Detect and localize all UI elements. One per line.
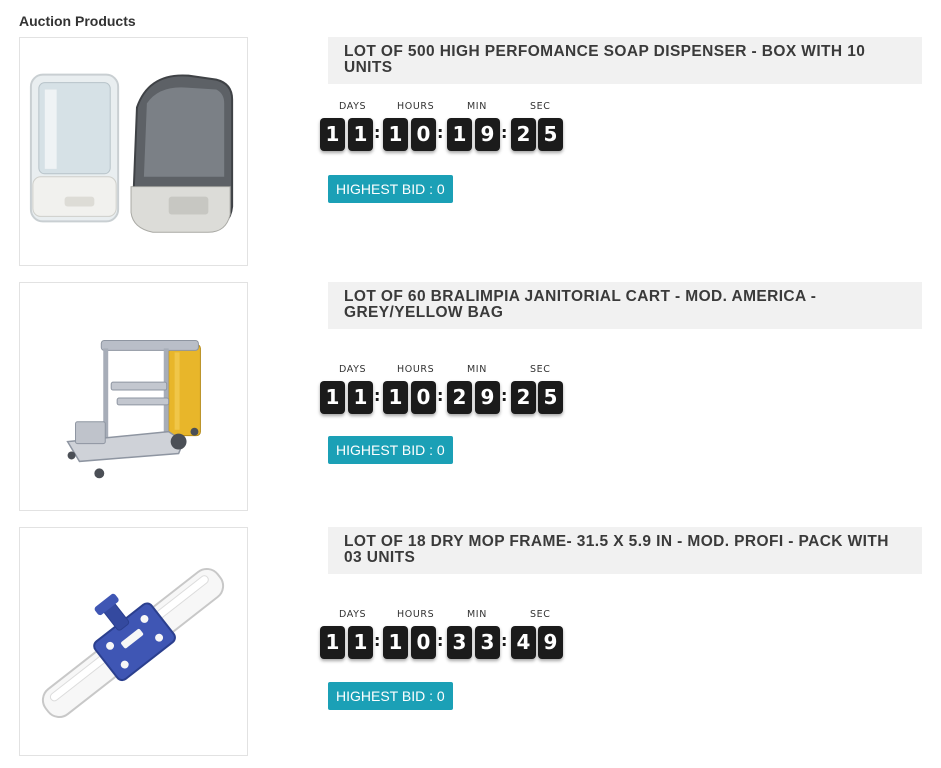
days-digit: 1 <box>348 381 373 414</box>
min-label: MIN <box>467 101 487 112</box>
days-digit: 1 <box>320 118 345 151</box>
sec-digit: 9 <box>538 626 563 659</box>
soap-dispenser-image[interactable] <box>19 37 248 266</box>
days-label: DAYS <box>339 364 367 375</box>
section-title: Auction Products <box>19 13 136 29</box>
janitorial-cart-image[interactable] <box>19 282 248 511</box>
product-title[interactable]: LOT OF 500 HIGH PERFOMANCE SOAP DISPENSE… <box>344 44 906 76</box>
hours-label: HOURS <box>397 101 435 112</box>
hours-label: HOURS <box>397 609 435 620</box>
hours-label: HOURS <box>397 364 435 375</box>
separator: : <box>501 123 508 142</box>
min-digit: 9 <box>475 118 500 151</box>
product-title-box: LOT OF 60 BRALIMPIA JANITORIAL CART - MO… <box>328 282 922 329</box>
sec-digit: 5 <box>538 118 563 151</box>
hours-digit: 0 <box>411 626 436 659</box>
countdown-timer: DAYS HOURS MIN SEC 1 1 : 1 0 : 2 9 : 2 5 <box>320 364 570 416</box>
separator: : <box>501 631 508 650</box>
days-digit: 1 <box>348 118 373 151</box>
sec-digit: 2 <box>511 118 536 151</box>
highest-bid-button[interactable]: HIGHEST BID : 0 <box>328 436 453 464</box>
sec-label: SEC <box>530 101 551 112</box>
days-digit: 1 <box>320 626 345 659</box>
separator: : <box>374 123 381 142</box>
auction-product-card: LOT OF 60 BRALIMPIA JANITORIAL CART - MO… <box>19 282 923 512</box>
hours-digit: 0 <box>411 381 436 414</box>
min-digit: 3 <box>447 626 472 659</box>
separator: : <box>437 386 444 405</box>
countdown-timer: DAYS HOURS MIN SEC 1 1 : 1 0 : 1 9 : 2 5 <box>320 101 570 153</box>
min-label: MIN <box>467 609 487 620</box>
product-title-box: LOT OF 18 DRY MOP FRAME- 31.5 X 5.9 IN -… <box>328 527 922 574</box>
min-label: MIN <box>467 364 487 375</box>
sec-label: SEC <box>530 364 551 375</box>
sec-digit: 5 <box>538 381 563 414</box>
min-digit: 2 <box>447 381 472 414</box>
sec-digit: 2 <box>511 381 536 414</box>
separator: : <box>501 386 508 405</box>
product-title[interactable]: LOT OF 60 BRALIMPIA JANITORIAL CART - MO… <box>344 289 906 321</box>
highest-bid-button[interactable]: HIGHEST BID : 0 <box>328 682 453 710</box>
countdown-timer: DAYS HOURS MIN SEC 1 1 : 1 0 : 3 3 : 4 9 <box>320 609 570 661</box>
separator: : <box>374 386 381 405</box>
hours-digit: 1 <box>383 381 408 414</box>
sec-digit: 4 <box>511 626 536 659</box>
product-title-box: LOT OF 500 HIGH PERFOMANCE SOAP DISPENSE… <box>328 37 922 84</box>
days-label: DAYS <box>339 101 367 112</box>
min-digit: 3 <box>475 626 500 659</box>
hours-digit: 1 <box>383 626 408 659</box>
mop-frame-image[interactable] <box>19 527 248 756</box>
auction-product-card: LOT OF 18 DRY MOP FRAME- 31.5 X 5.9 IN -… <box>19 527 923 757</box>
separator: : <box>374 631 381 650</box>
days-label: DAYS <box>339 609 367 620</box>
min-digit: 1 <box>447 118 472 151</box>
hours-digit: 0 <box>411 118 436 151</box>
sec-label: SEC <box>530 609 551 620</box>
hours-digit: 1 <box>383 118 408 151</box>
auction-product-card: LOT OF 500 HIGH PERFOMANCE SOAP DISPENSE… <box>19 37 923 267</box>
product-title[interactable]: LOT OF 18 DRY MOP FRAME- 31.5 X 5.9 IN -… <box>344 534 906 566</box>
days-digit: 1 <box>320 381 345 414</box>
min-digit: 9 <box>475 381 500 414</box>
separator: : <box>437 123 444 142</box>
highest-bid-button[interactable]: HIGHEST BID : 0 <box>328 175 453 203</box>
days-digit: 1 <box>348 626 373 659</box>
separator: : <box>437 631 444 650</box>
